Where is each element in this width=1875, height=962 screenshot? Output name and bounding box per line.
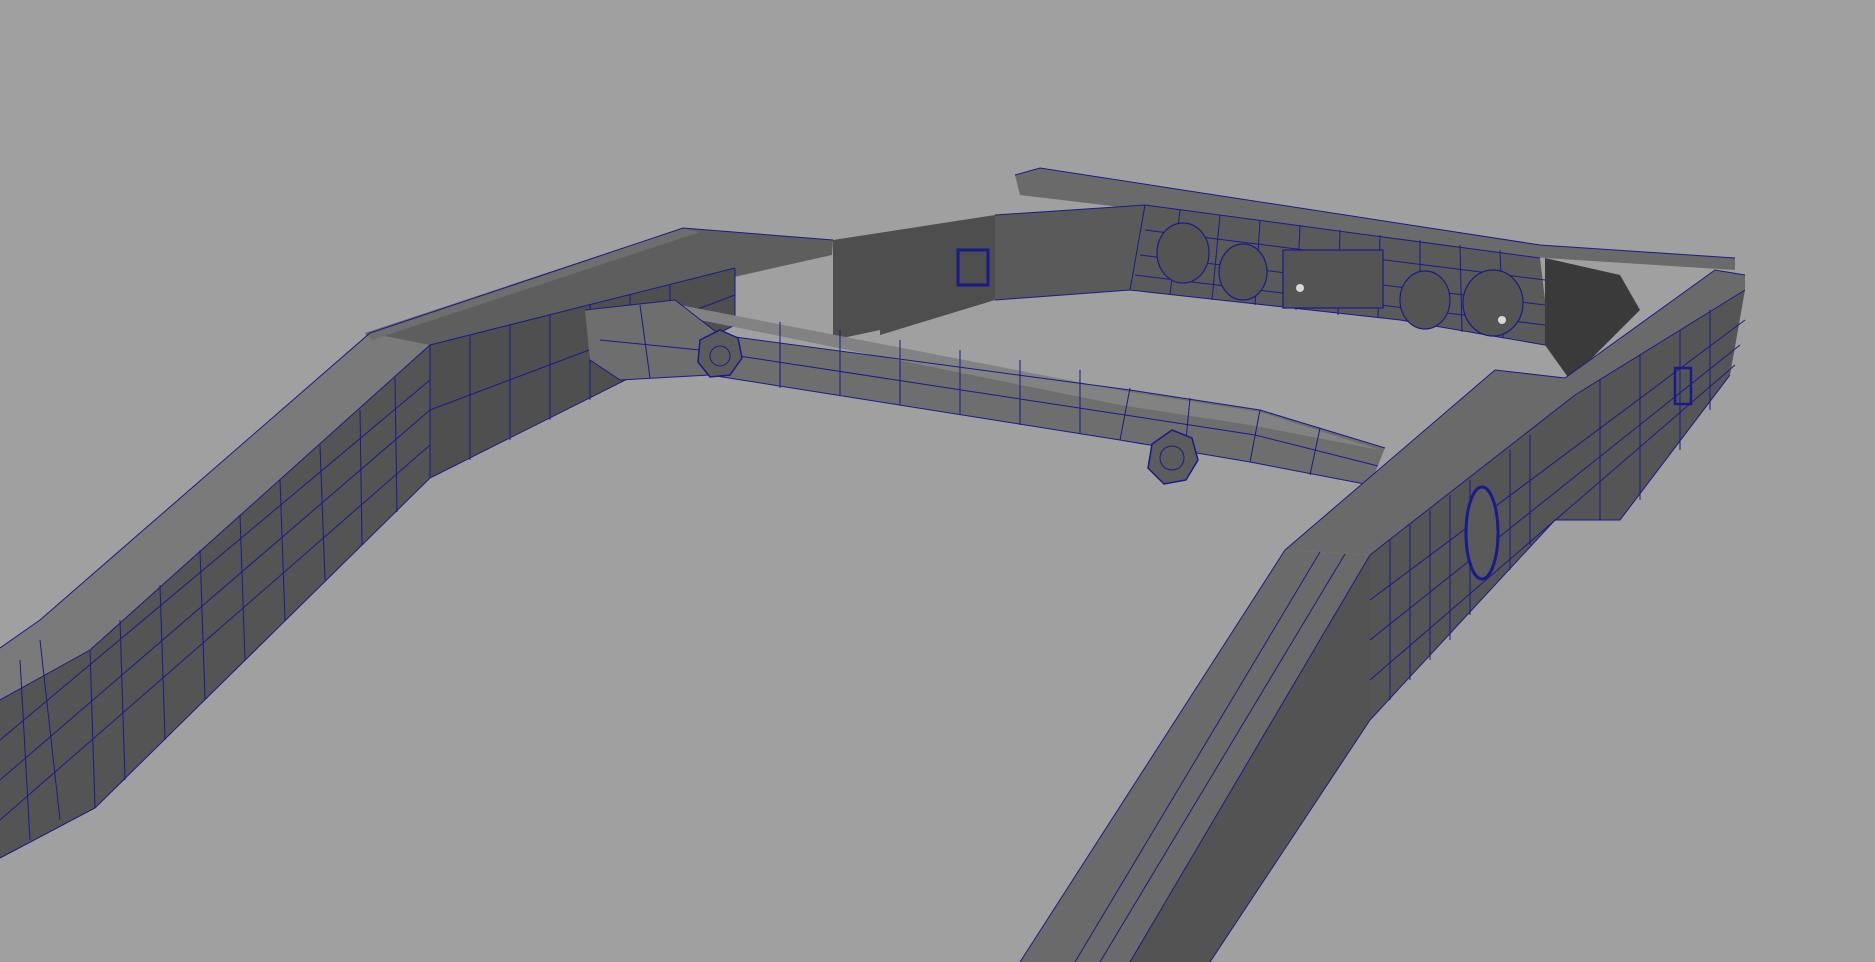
viewport-canvas[interactable]	[0, 0, 1875, 962]
3d-viewport[interactable]	[0, 0, 1875, 962]
right-rail-hole	[1464, 485, 1500, 581]
